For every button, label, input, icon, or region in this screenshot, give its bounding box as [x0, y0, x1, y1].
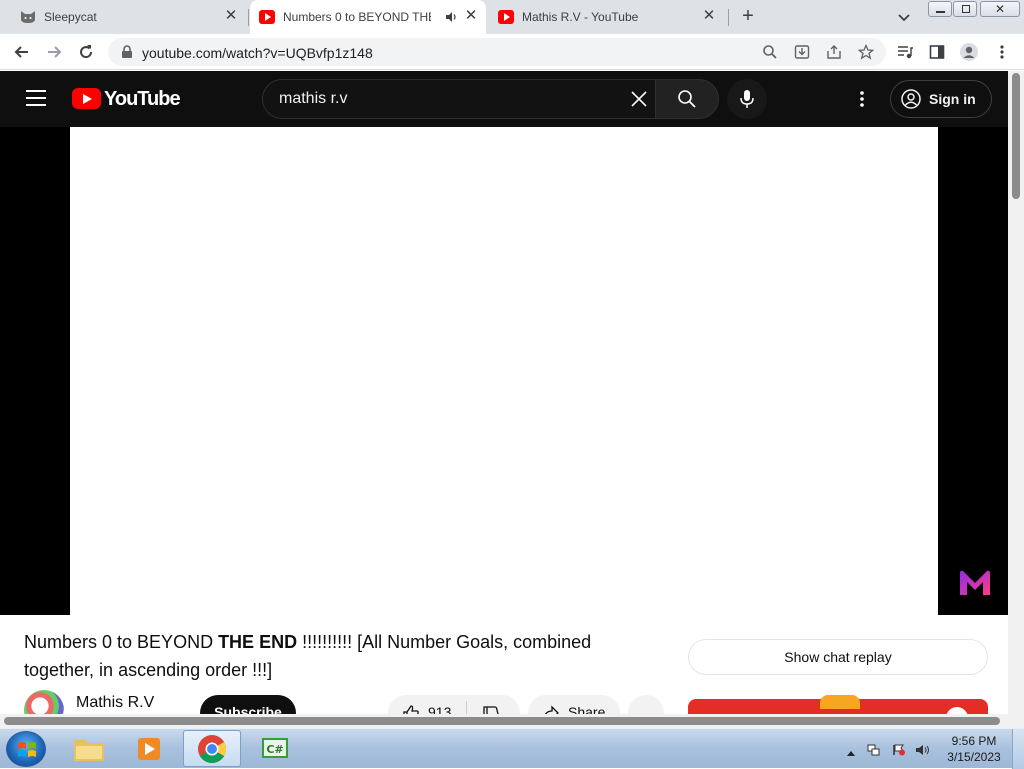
chevron-down-icon[interactable]	[896, 9, 912, 25]
cat-illustration	[820, 695, 860, 709]
youtube-wordmark: YouTube	[104, 88, 181, 110]
taskbar-media-player[interactable]	[120, 730, 178, 767]
clock-time: 9:56 PM	[951, 734, 997, 748]
svg-text:C#: C#	[266, 743, 283, 756]
lock-icon[interactable]	[121, 45, 133, 59]
search-button[interactable]	[655, 79, 719, 119]
vertical-scrollbar[interactable]	[1008, 71, 1024, 714]
url-text: youtube.com/watch?v=UQBvfp1z148	[142, 45, 373, 61]
address-bar[interactable]: youtube.com/watch?v=UQBvfp1z148	[108, 38, 886, 66]
search-input[interactable]: mathis r.v	[262, 79, 656, 119]
forward-icon[interactable]	[44, 42, 64, 62]
show-desktop-button[interactable]	[1012, 729, 1024, 769]
install-icon[interactable]	[794, 44, 810, 60]
new-tab-button[interactable]: +	[738, 6, 758, 28]
tab-title: Sleepycat	[44, 10, 97, 24]
youtube-icon	[498, 10, 514, 24]
tab-sleepycat[interactable]: Sleepycat ✕	[12, 0, 244, 34]
system-clock[interactable]: 9:56 PM 3/15/2023	[944, 733, 1004, 765]
youtube-play-icon	[72, 88, 101, 109]
tab-title: Numbers 0 to BEYOND THE END	[283, 10, 431, 24]
side-panel-icon[interactable]	[929, 44, 945, 60]
star-icon[interactable]	[857, 43, 875, 60]
sign-in-button[interactable]: Sign in	[890, 80, 992, 118]
settings-kebab-icon[interactable]	[852, 89, 872, 109]
show-chat-replay-button[interactable]: Show chat replay	[688, 639, 988, 675]
window-close-button[interactable]: ✕	[980, 1, 1020, 17]
media-player-icon	[138, 738, 160, 760]
clear-search-icon[interactable]	[629, 89, 649, 109]
csharp-icon: C#	[262, 738, 288, 758]
windows-taskbar: C# 9:56 PM 3/15/2023	[0, 728, 1024, 769]
tab-title: Mathis R.V - YouTube	[522, 10, 639, 24]
minimize-button[interactable]	[928, 1, 952, 17]
close-icon[interactable]: ✕	[224, 8, 238, 24]
clock-date: 3/15/2023	[947, 750, 1001, 764]
back-icon[interactable]	[12, 42, 32, 62]
microphone-icon	[740, 90, 754, 108]
scrollbar-thumb[interactable]	[1012, 73, 1020, 199]
tab-divider	[248, 9, 249, 26]
horizontal-scrollbar[interactable]	[0, 714, 1008, 728]
channel-watermark-icon[interactable]	[958, 569, 992, 597]
tray-expand-icon[interactable]	[846, 744, 856, 756]
taskbar-chrome[interactable]	[183, 730, 241, 767]
profile-icon[interactable]	[960, 43, 978, 61]
channel-name[interactable]: Mathis R.V	[76, 694, 154, 712]
volume-icon[interactable]	[915, 743, 929, 755]
sign-in-label: Sign in	[929, 91, 976, 107]
youtube-header: YouTube mathis r.v Sign in	[0, 71, 1008, 127]
kebab-menu-icon[interactable]	[994, 44, 1010, 60]
restore-button[interactable]	[953, 1, 977, 17]
speaker-icon[interactable]	[445, 11, 457, 23]
chrome-icon	[198, 735, 226, 763]
youtube-icon	[259, 10, 275, 24]
video-title-part: Numbers 0 to BEYOND	[24, 632, 219, 652]
close-icon[interactable]: ✕	[464, 8, 478, 24]
close-icon[interactable]: ✕	[702, 8, 716, 24]
account-icon	[901, 89, 921, 109]
tab-divider	[728, 9, 729, 26]
browser-toolbar: youtube.com/watch?v=UQBvfp1z148	[0, 34, 1024, 70]
browser-tab-strip: Sleepycat ✕ Numbers 0 to BEYOND THE END …	[0, 0, 1024, 34]
network-icon[interactable]	[867, 743, 881, 756]
scrollbar-corner	[1008, 714, 1024, 728]
video-title: Numbers 0 to BEYOND THE END !!!!!!!!!! […	[24, 628, 664, 684]
media-control-icon[interactable]	[897, 44, 913, 60]
taskbar-explorer[interactable]	[60, 730, 118, 767]
share-icon[interactable]	[826, 44, 842, 60]
voice-search-button[interactable]	[727, 79, 767, 119]
hamburger-menu-icon[interactable]	[26, 90, 46, 106]
reload-icon[interactable]	[76, 42, 96, 62]
search-icon[interactable]	[762, 44, 778, 60]
search-query: mathis r.v	[279, 90, 348, 107]
video-title-bold: THE END	[218, 632, 298, 652]
tab-numbers-video[interactable]: Numbers 0 to BEYOND THE END ✕	[250, 0, 486, 34]
tab-mathis-channel[interactable]: Mathis R.V - YouTube ✕	[488, 0, 728, 34]
video-player[interactable]	[70, 127, 938, 615]
action-center-icon[interactable]	[892, 743, 906, 756]
search-icon	[678, 90, 696, 108]
scrollbar-thumb[interactable]	[4, 717, 1000, 725]
folder-icon	[74, 740, 104, 761]
cat-icon	[20, 10, 36, 24]
taskbar-csharp-app[interactable]: C#	[246, 730, 304, 767]
start-button[interactable]	[6, 731, 46, 767]
windows-logo-icon	[18, 742, 36, 757]
